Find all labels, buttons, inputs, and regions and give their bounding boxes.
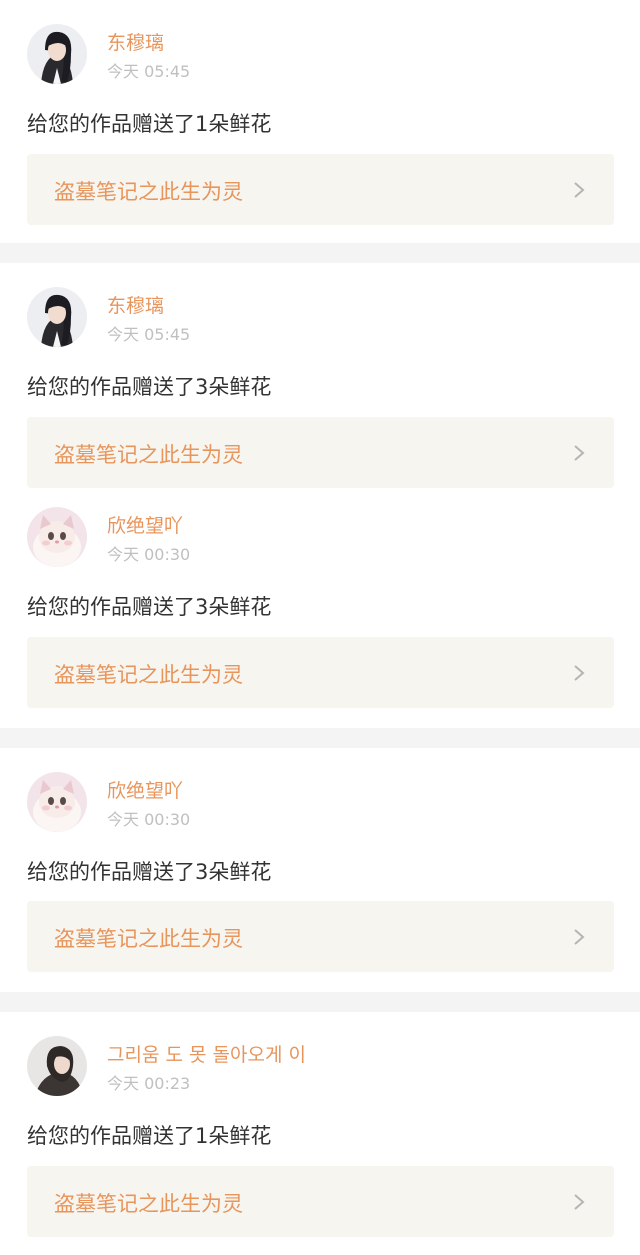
user-avatar[interactable] [27,507,87,567]
work-link-card[interactable]: 盗墓笔记之此生为灵 [27,1166,614,1237]
chevron-right-icon [574,1194,585,1210]
section-divider [0,992,640,1012]
work-title: 盗墓笔记之此生为灵 [54,663,243,687]
notification-header: 东穆璃 今天 05:45 [27,287,617,349]
gift-message: 给您的作品赠送了3朵鲜花 [27,595,272,619]
notification-header: 欣绝望吖 今天 00:30 [27,772,617,834]
chevron-right-icon [574,929,585,945]
user-avatar[interactable] [27,287,87,347]
gift-message: 给您的作品赠送了1朵鲜花 [27,112,272,136]
work-title: 盗墓笔记之此生为灵 [54,180,243,204]
work-link-card[interactable]: 盗墓笔记之此生为灵 [27,637,614,708]
chevron-right-icon [574,445,585,461]
notification-feed: 东穆璃 今天 05:45 给您的作品赠送了1朵鲜花 盗墓笔记之此生为灵 东穆璃 … [0,0,640,1255]
timestamp: 今天 05:45 [107,325,191,344]
timestamp: 今天 00:30 [107,810,191,829]
gift-message: 给您的作品赠送了3朵鲜花 [27,375,272,399]
user-name[interactable]: 欣绝望吖 [107,776,183,803]
chevron-right-icon [574,665,585,681]
timestamp: 今天 00:30 [107,545,191,564]
work-title: 盗墓笔记之此生为灵 [54,443,243,467]
notification-block: 欣绝望吖 今天 00:30 给您的作品赠送了3朵鲜花 盗墓笔记之此生为灵 [0,748,640,992]
gift-message: 给您的作品赠送了3朵鲜花 [27,860,272,884]
user-avatar[interactable] [27,772,87,832]
notification-header: 그리움 도 못 돌아오게 이 今天 00:23 [27,1036,617,1098]
chevron-right-icon [574,182,585,198]
girl-portrait-avatar-icon [27,24,87,84]
cat-avatar-icon [27,772,87,832]
section-divider [0,728,640,748]
user-avatar[interactable] [27,24,87,84]
notification-block: 东穆璃 今天 05:45 给您的作品赠送了3朵鲜花 盗墓笔记之此生为灵 欣绝望吖… [0,263,640,728]
user-name[interactable]: 东穆璃 [107,28,164,55]
work-title: 盗墓笔记之此生为灵 [54,1192,243,1216]
work-title: 盗墓笔记之此生为灵 [54,927,243,951]
timestamp: 今天 00:23 [107,1074,191,1093]
user-name[interactable]: 欣绝望吖 [107,511,183,538]
girl-side-avatar-icon [27,1036,87,1096]
notification-block: 东穆璃 今天 05:45 给您的作品赠送了1朵鲜花 盗墓笔记之此生为灵 [0,0,640,243]
user-name[interactable]: 그리움 도 못 돌아오게 이 [107,1040,306,1067]
notification-block: 그리움 도 못 돌아오게 이 今天 00:23 给您的作品赠送了1朵鲜花 盗墓笔… [0,1012,640,1255]
work-link-card[interactable]: 盗墓笔记之此生为灵 [27,901,614,972]
girl-portrait-avatar-icon [27,287,87,347]
work-link-card[interactable]: 盗墓笔记之此生为灵 [27,417,614,488]
user-avatar[interactable] [27,1036,87,1096]
cat-avatar-icon [27,507,87,567]
notification-header: 东穆璃 今天 05:45 [27,24,617,86]
notification-header: 欣绝望吖 今天 00:30 [27,507,617,569]
gift-message: 给您的作品赠送了1朵鲜花 [27,1124,272,1148]
work-link-card[interactable]: 盗墓笔记之此生为灵 [27,154,614,225]
user-name[interactable]: 东穆璃 [107,291,164,318]
timestamp: 今天 05:45 [107,62,191,81]
section-divider [0,243,640,263]
